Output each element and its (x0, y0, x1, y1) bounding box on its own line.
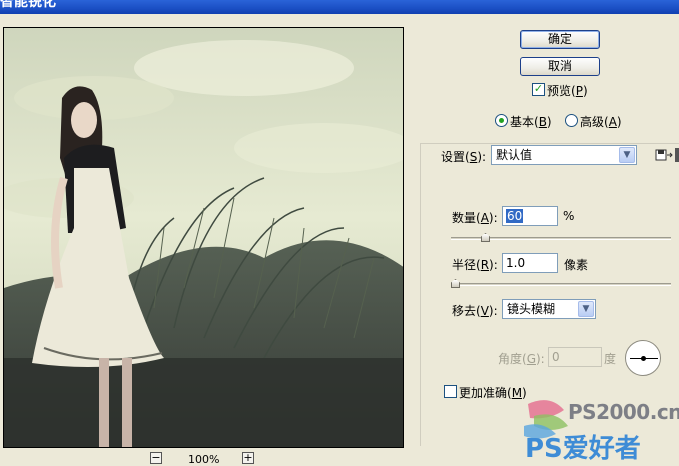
more-accurate-checkbox[interactable] (444, 385, 457, 398)
angle-input[interactable]: 0 (548, 347, 602, 367)
window-title: 智能锐化 (0, 0, 56, 10)
cancel-button[interactable]: 取消 (520, 57, 600, 76)
radius-unit: 像素 (564, 258, 589, 272)
zoom-bar: − 100% + (150, 452, 260, 466)
advanced-radio[interactable] (565, 114, 578, 127)
preview-checkbox[interactable]: ✓ (532, 83, 545, 96)
amount-label: 数量(A): (452, 211, 498, 225)
chevron-down-icon[interactable]: ▼ (578, 301, 594, 317)
chevron-down-icon[interactable]: ▼ (619, 147, 635, 163)
check-icon: ✓ (533, 82, 544, 95)
angle-dial-center (641, 356, 646, 361)
more-accurate-label: 更加准确(M) (459, 386, 527, 400)
zoom-out-button[interactable]: − (150, 452, 162, 464)
radius-label: 半径(R): (452, 258, 498, 272)
remove-label: 移去(V): (452, 304, 498, 318)
settings-label: 设置(S): (441, 150, 487, 164)
amount-unit: % (563, 209, 575, 223)
radius-slider-track[interactable] (451, 283, 671, 286)
preview-photo (4, 28, 403, 447)
ok-button[interactable]: 确定 (520, 30, 600, 49)
radius-input[interactable]: 1.0 (502, 253, 558, 273)
advanced-label: 高级(A) (580, 115, 622, 129)
angle-label: 角度(G): (498, 352, 545, 366)
settings-select[interactable]: 默认值 ▼ (491, 145, 637, 165)
title-bar: 智能锐化 (0, 0, 679, 14)
angle-dial[interactable] (625, 340, 661, 376)
watermark-brand: PS爱好者 (525, 434, 641, 464)
preview-label: 预览(P) (547, 84, 588, 98)
watermark-site: PS2000.cn (568, 400, 679, 424)
preview-image[interactable] (3, 27, 404, 448)
delete-settings-icon[interactable] (675, 148, 679, 162)
amount-input[interactable]: 60 (502, 206, 558, 226)
zoom-level: 100% (188, 453, 220, 466)
angle-unit: 度 (604, 352, 617, 366)
save-settings-icon[interactable] (655, 148, 673, 162)
zoom-in-button[interactable]: + (242, 452, 254, 464)
remove-select[interactable]: 镜头模糊 ▼ (502, 299, 596, 319)
basic-radio[interactable] (495, 114, 508, 127)
basic-label: 基本(B) (510, 115, 552, 129)
